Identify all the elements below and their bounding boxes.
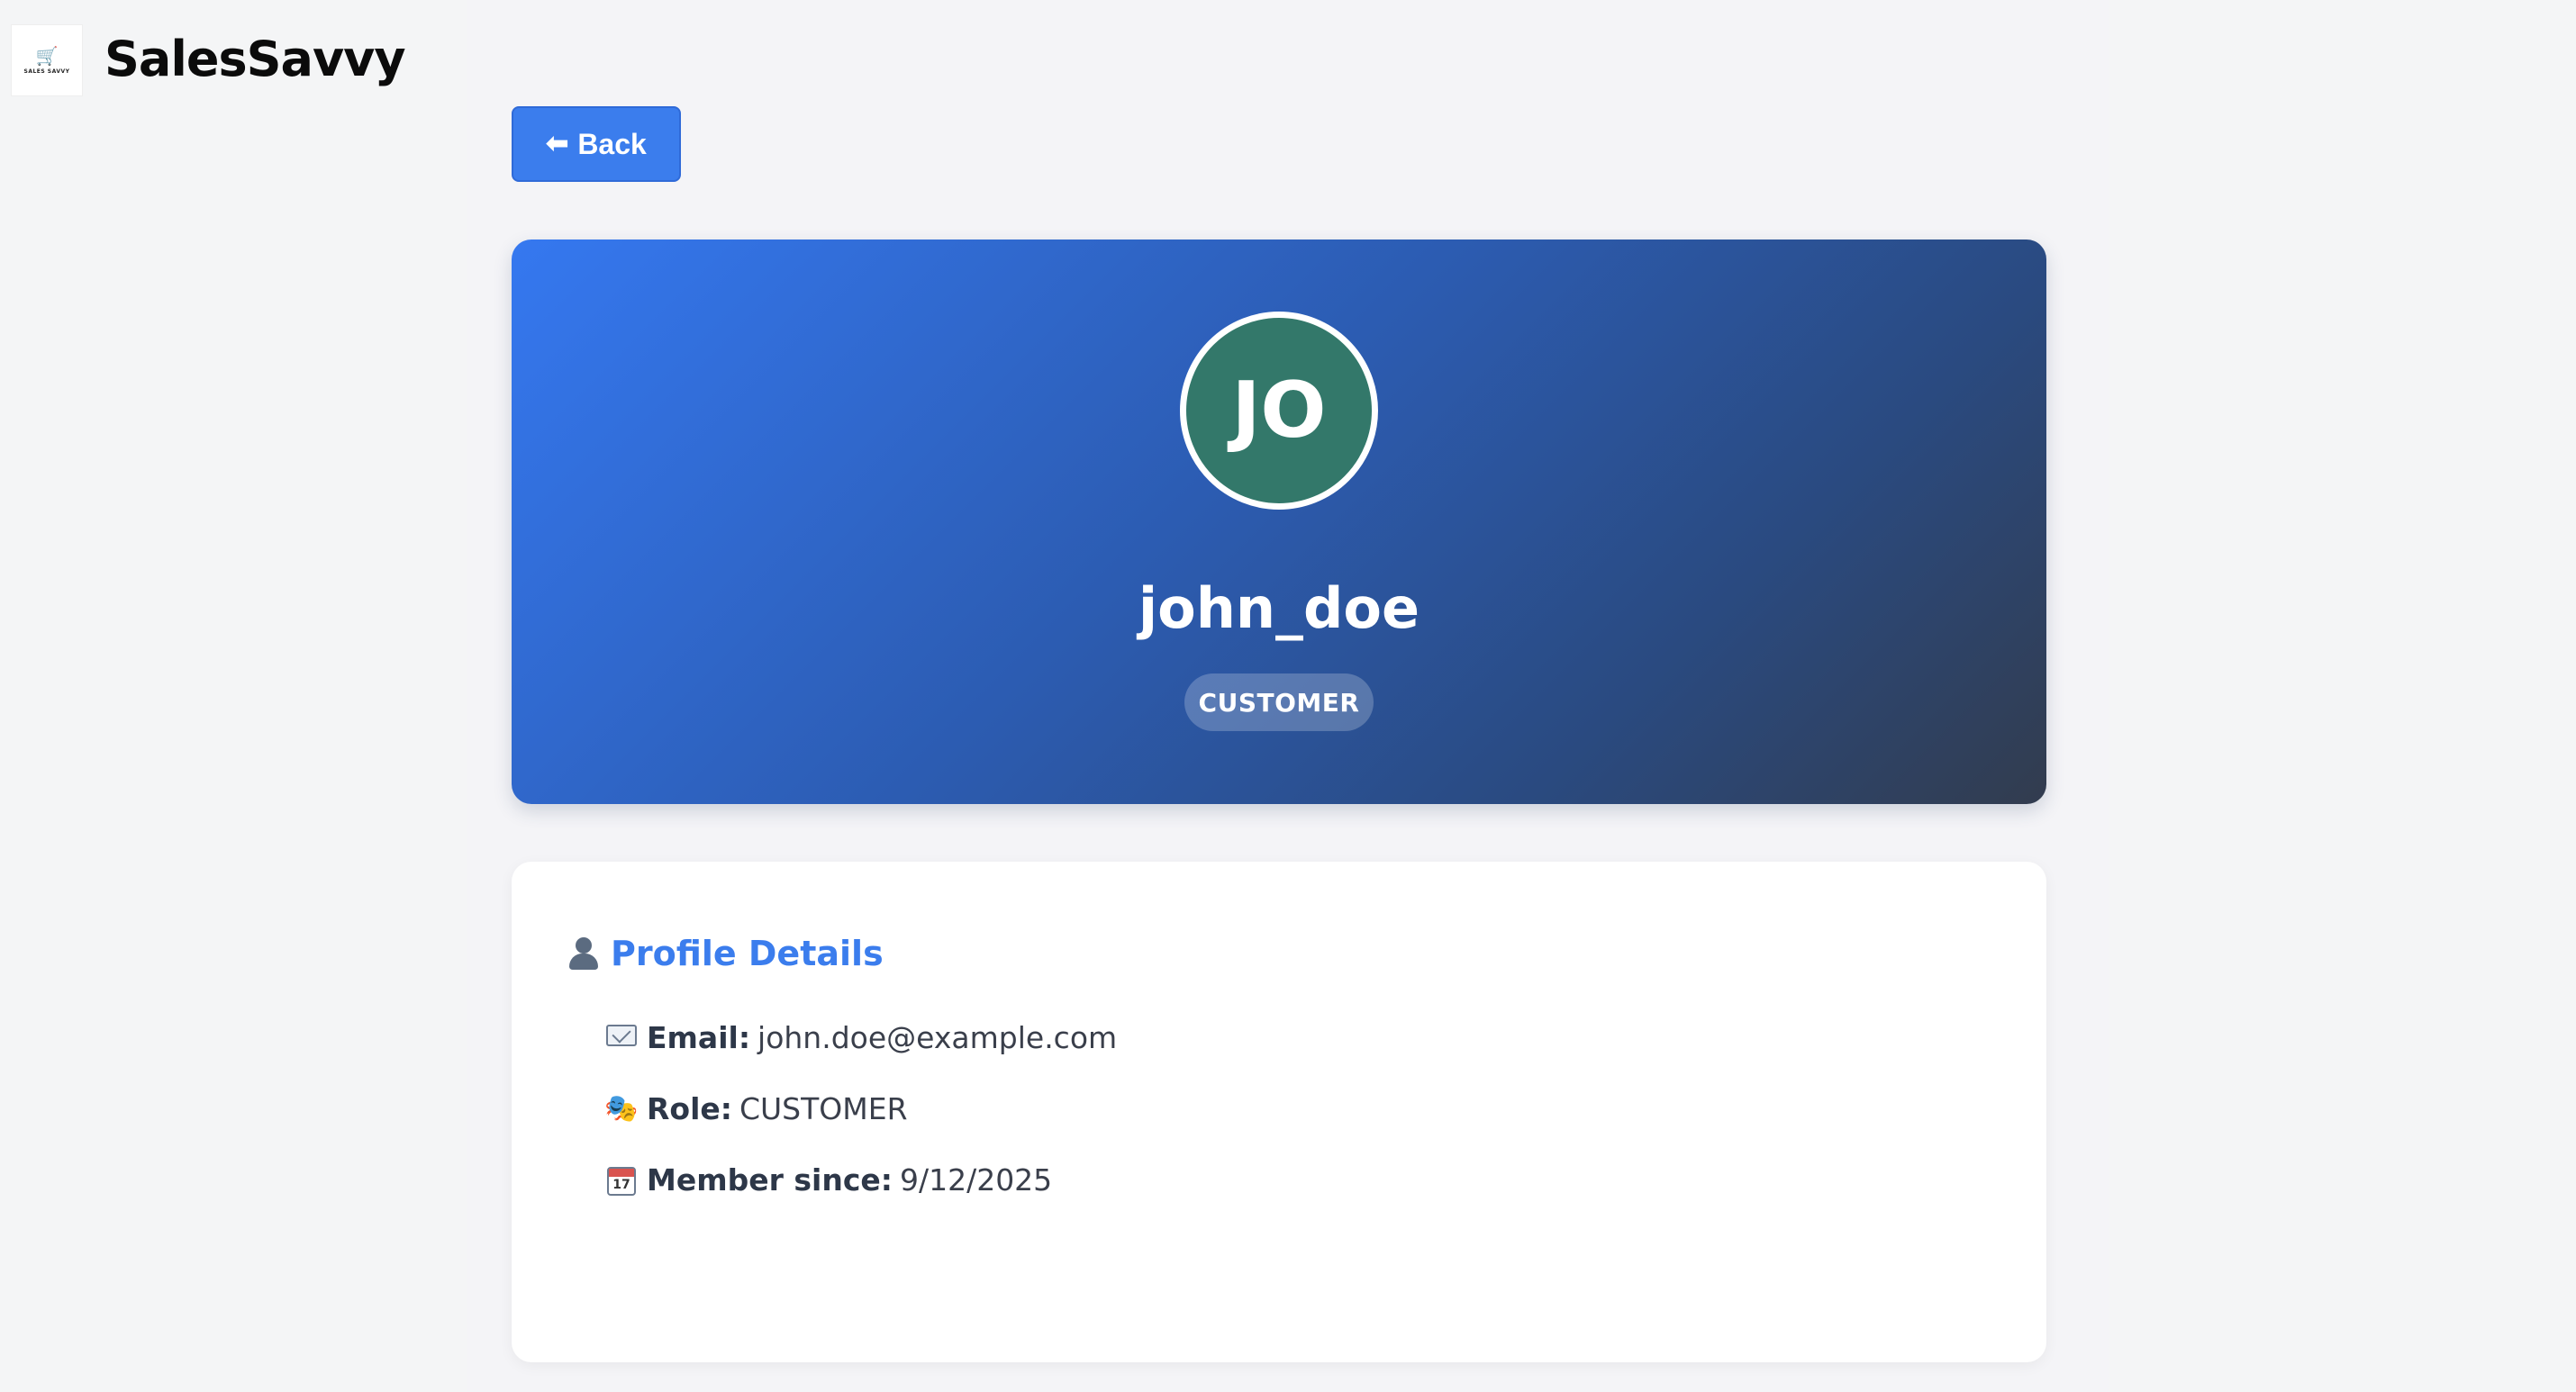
envelope-icon: [603, 1022, 639, 1053]
role-badge: CUSTOMER: [1184, 673, 1374, 731]
logo-text: SALES SAVVY: [23, 68, 70, 75]
shopping-cart-icon: 🛒: [35, 44, 59, 67]
member-since-row: 17 Member since: 9/12/2025: [603, 1157, 1052, 1202]
role-label: Role:: [647, 1090, 732, 1126]
back-button[interactable]: ⬅ Back: [512, 106, 681, 182]
calendar-icon: 17: [603, 1164, 639, 1196]
calendar-day: 17: [607, 1166, 636, 1196]
role-row: 🎭 Role: CUSTOMER: [603, 1086, 908, 1131]
role-value: CUSTOMER: [739, 1090, 908, 1126]
performing-arts-icon: 🎭: [604, 1092, 639, 1125]
email-value: john.doe@example.com: [757, 1019, 1118, 1055]
profile-details-heading: Profile Details: [566, 926, 884, 981]
profile-hero-card: JO john_doe CUSTOMER: [512, 240, 2046, 804]
profile-details-card: Profile Details Email: john.doe@example.…: [512, 862, 2046, 1362]
email-row: Email: john.doe@example.com: [603, 1015, 1117, 1060]
member-since-label: Member since:: [647, 1162, 893, 1198]
brand-logo[interactable]: 🛒 SALES SAVVY: [11, 24, 83, 96]
profile-username: john_doe: [1138, 575, 1420, 641]
member-since-value: 9/12/2025: [899, 1162, 1053, 1198]
back-button-label: Back: [577, 127, 647, 160]
person-icon: [566, 936, 602, 972]
brand-name: SalesSavvy: [104, 31, 406, 87]
avatar: JO: [1180, 312, 1378, 510]
profile-details-title: Profile Details: [611, 934, 884, 973]
arrow-left-icon: ⬅: [546, 129, 569, 158]
email-label: Email:: [647, 1019, 751, 1055]
